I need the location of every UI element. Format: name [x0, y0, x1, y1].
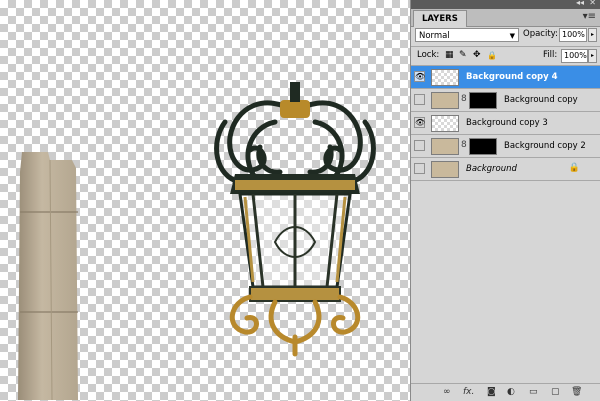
layer-name: Background [466, 164, 517, 174]
eye-icon[interactable]: 👁 [414, 117, 425, 128]
document-canvas[interactable] [0, 0, 410, 401]
collapse-icon[interactable]: ◂◂ [576, 0, 584, 7]
divider [411, 46, 600, 47]
layer-name: Background copy 2 [504, 141, 586, 151]
chevron-down-icon: ▼ [509, 32, 515, 40]
layer-style-icon[interactable]: fx. [463, 387, 474, 397]
lock-all-icon[interactable]: 🔒 [487, 50, 497, 61]
delete-layer-icon[interactable]: 🗑 [571, 387, 582, 397]
lock-transparent-pixels-icon[interactable]: ▦ [445, 50, 454, 61]
panel-tab-row: LAYERS ▾≡ [411, 9, 600, 27]
panel-menu-icon[interactable]: ▾≡ [583, 11, 596, 22]
fill-input[interactable]: 100% [561, 49, 588, 63]
link-layers-icon[interactable]: ∞ [443, 387, 451, 397]
layer-thumbnail [431, 161, 459, 178]
lock-label: Lock: [417, 50, 440, 60]
add-mask-icon[interactable]: ◙ [487, 387, 496, 397]
link-chain-icon: 8 [461, 94, 467, 104]
visibility-toggle[interactable] [414, 140, 425, 151]
fill-slider-arrow-icon[interactable]: ▸ [588, 49, 597, 63]
link-chain-icon: 8 [461, 140, 467, 150]
layer-row[interactable]: 👁 Background copy 4 [411, 66, 600, 89]
layer-mask-thumbnail[interactable] [469, 92, 497, 109]
new-group-icon[interactable]: ▭ [529, 387, 538, 397]
lock-position-icon[interactable]: ✥ [473, 50, 481, 61]
visibility-toggle[interactable] [414, 94, 425, 105]
close-icon[interactable]: ✕ [589, 0, 596, 7]
layer-row[interactable]: 👁 Background copy 3 [411, 112, 600, 135]
tab-layers[interactable]: LAYERS [413, 10, 467, 27]
blend-mode-value: Normal [419, 31, 450, 41]
panel-title-bar[interactable]: ◂◂ ✕ [411, 0, 600, 9]
layer-thumbnail [431, 69, 459, 86]
fill-label: Fill: [543, 50, 558, 60]
layer-thumbnail [431, 115, 459, 132]
blend-mode-select[interactable]: Normal ▼ [415, 28, 519, 42]
layer-row[interactable]: 8 Background copy [411, 89, 600, 112]
panel-bottom-toolbar: ∞ fx. ◙ ◐ ▭ ▢ 🗑 [411, 383, 600, 401]
opacity-label: Opacity: [523, 29, 558, 39]
layer-name: Background copy 3 [466, 118, 548, 128]
layers-list: 👁 Background copy 4 8 Background copy 👁 … [411, 66, 600, 181]
layer-row[interactable]: 8 Background copy 2 [411, 135, 600, 158]
layer-name: Background copy 4 [466, 72, 558, 82]
layer-row[interactable]: Background 🔒 [411, 158, 600, 181]
lock-icon: 🔒 [568, 163, 580, 173]
stone-pillar-image [18, 152, 78, 400]
opacity-input[interactable]: 100% [559, 28, 587, 42]
visibility-toggle[interactable] [414, 163, 425, 174]
layer-thumbnail [431, 92, 459, 109]
new-layer-icon[interactable]: ▢ [551, 387, 560, 397]
layer-thumbnail [431, 138, 459, 155]
eye-icon[interactable]: 👁 [414, 71, 425, 82]
blend-opacity-row: Normal ▼ Opacity: 100% ▸ [415, 28, 597, 44]
lock-fill-row: Lock: ▦ ✎ ✥ 🔒 Fill: 100% ▸ [415, 48, 597, 64]
lock-image-pixels-icon[interactable]: ✎ [459, 50, 467, 61]
lantern-image [214, 82, 376, 357]
opacity-slider-arrow-icon[interactable]: ▸ [588, 28, 597, 42]
layers-panel: ◂◂ ✕ LAYERS ▾≡ Normal ▼ Opacity: 100% ▸ … [410, 0, 600, 401]
layer-mask-thumbnail[interactable] [469, 138, 497, 155]
layer-name: Background copy [504, 95, 578, 105]
adjustment-layer-icon[interactable]: ◐ [507, 387, 515, 397]
